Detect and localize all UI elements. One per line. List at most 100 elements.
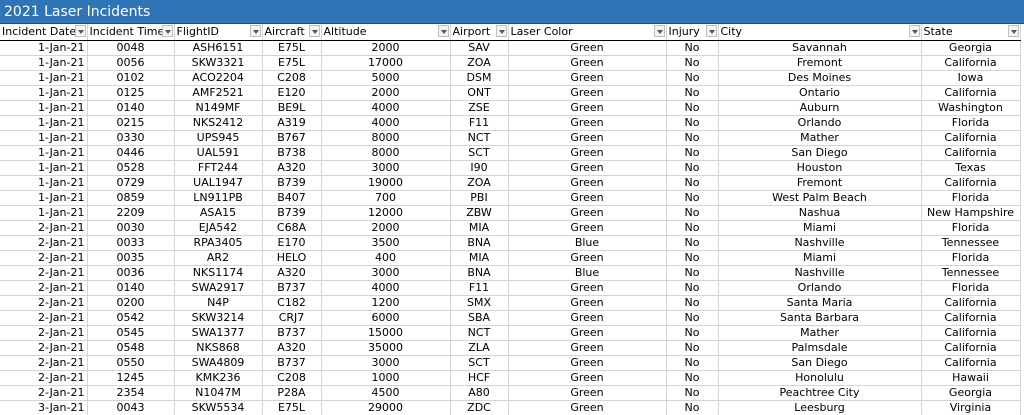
cell-state[interactable]: Iowa [921,70,1021,86]
cell-incident-time[interactable]: 0030 [87,220,175,236]
cell-airport[interactable]: ZOA [450,175,509,191]
cell-incident-date[interactable]: 3-Jan-21 [0,400,88,415]
cell-city[interactable]: Peachtree City [718,385,922,401]
cell-laser-color[interactable]: Green [508,85,667,101]
cell-state[interactable]: Florida [921,280,1021,296]
cell-airport[interactable]: MIA [450,220,509,236]
filter-dropdown-icon[interactable] [495,25,507,37]
cell-aircraft[interactable]: A320 [262,340,322,356]
cell-airport[interactable]: ZDC [450,400,509,415]
cell-altitude[interactable]: 2000 [321,220,451,236]
cell-flight-id[interactable]: EJA542 [174,220,263,236]
cell-incident-date[interactable]: 1-Jan-21 [0,145,88,161]
cell-incident-time[interactable]: 0048 [87,40,175,56]
cell-altitude[interactable]: 4000 [321,280,451,296]
cell-incident-time[interactable]: 2354 [87,385,175,401]
cell-city[interactable]: Houston [718,160,922,176]
cell-injury[interactable]: No [666,160,719,176]
cell-laser-color[interactable]: Green [508,250,667,266]
cell-city[interactable]: Miami [718,250,922,266]
cell-altitude[interactable]: 8000 [321,145,451,161]
cell-laser-color[interactable]: Green [508,355,667,371]
cell-laser-color[interactable]: Green [508,190,667,206]
cell-aircraft[interactable]: E75L [262,55,322,71]
cell-state[interactable]: Florida [921,250,1021,266]
cell-state[interactable]: California [921,55,1021,71]
cell-airport[interactable]: I90 [450,160,509,176]
cell-altitude[interactable]: 15000 [321,325,451,341]
cell-laser-color[interactable]: Green [508,100,667,116]
cell-flight-id[interactable]: FFT244 [174,160,263,176]
cell-laser-color[interactable]: Green [508,40,667,56]
filter-dropdown-icon[interactable] [249,25,261,37]
cell-city[interactable]: Fremont [718,55,922,71]
cell-airport[interactable]: PBI [450,190,509,206]
cell-laser-color[interactable]: Green [508,400,667,415]
cell-incident-time[interactable]: 0033 [87,235,175,251]
cell-incident-time[interactable]: 2209 [87,205,175,221]
cell-flight-id[interactable]: ACO2204 [174,70,263,86]
cell-incident-date[interactable]: 2-Jan-21 [0,295,88,311]
cell-altitude[interactable]: 3500 [321,235,451,251]
cell-aircraft[interactable]: E170 [262,235,322,251]
cell-flight-id[interactable]: UAL1947 [174,175,263,191]
cell-airport[interactable]: NCT [450,130,509,146]
cell-altitude[interactable]: 700 [321,190,451,206]
cell-state[interactable]: New Hampshire [921,205,1021,221]
cell-airport[interactable]: SAV [450,40,509,56]
cell-laser-color[interactable]: Blue [508,235,667,251]
column-header-incident-date[interactable]: Incident Date [0,24,88,41]
cell-city[interactable]: Leesburg [718,400,922,415]
cell-injury[interactable]: No [666,280,719,296]
cell-airport[interactable]: F11 [450,115,509,131]
cell-aircraft[interactable]: BE9L [262,100,322,116]
cell-incident-date[interactable]: 2-Jan-21 [0,310,88,326]
cell-injury[interactable]: No [666,85,719,101]
cell-aircraft[interactable]: E75L [262,400,322,415]
cell-airport[interactable]: ONT [450,85,509,101]
cell-altitude[interactable]: 19000 [321,175,451,191]
cell-airport[interactable]: A80 [450,385,509,401]
cell-incident-date[interactable]: 2-Jan-21 [0,265,88,281]
cell-injury[interactable]: No [666,265,719,281]
cell-incident-time[interactable]: 0215 [87,115,175,131]
cell-injury[interactable]: No [666,250,719,266]
cell-city[interactable]: Orlando [718,115,922,131]
cell-altitude[interactable]: 17000 [321,55,451,71]
cell-incident-time[interactable]: 0729 [87,175,175,191]
cell-flight-id[interactable]: UAL591 [174,145,263,161]
cell-city[interactable]: Des Moines [718,70,922,86]
cell-city[interactable]: San Diego [718,355,922,371]
cell-city[interactable]: Nashville [718,235,922,251]
column-header-flight-id[interactable]: FlightID [174,24,263,41]
cell-altitude[interactable]: 2000 [321,40,451,56]
cell-injury[interactable]: No [666,70,719,86]
filter-dropdown-icon[interactable] [1007,25,1019,37]
column-header-altitude[interactable]: Altitude [321,24,451,41]
cell-flight-id[interactable]: AR2 [174,250,263,266]
cell-injury[interactable]: No [666,145,719,161]
cell-incident-time[interactable]: 0140 [87,100,175,116]
cell-city[interactable]: Mather [718,325,922,341]
cell-flight-id[interactable]: N4P [174,295,263,311]
cell-incident-time[interactable]: 0043 [87,400,175,415]
cell-city[interactable]: Palmsdale [718,340,922,356]
cell-flight-id[interactable]: SKW3321 [174,55,263,71]
cell-altitude[interactable]: 3000 [321,160,451,176]
cell-state[interactable]: Florida [921,220,1021,236]
cell-airport[interactable]: HCF [450,370,509,386]
filter-dropdown-icon[interactable] [74,25,86,37]
cell-incident-time[interactable]: 0036 [87,265,175,281]
cell-aircraft[interactable]: P28A [262,385,322,401]
cell-state[interactable]: Tennessee [921,235,1021,251]
cell-laser-color[interactable]: Green [508,205,667,221]
cell-aircraft[interactable]: B737 [262,355,322,371]
cell-laser-color[interactable]: Green [508,130,667,146]
cell-flight-id[interactable]: SWA2917 [174,280,263,296]
column-header-incident-time[interactable]: Incident Time [87,24,175,41]
cell-flight-id[interactable]: N1047M [174,385,263,401]
cell-airport[interactable]: ZLA [450,340,509,356]
column-header-aircraft[interactable]: Aircraft [262,24,322,41]
cell-injury[interactable]: No [666,310,719,326]
cell-state[interactable]: Georgia [921,385,1021,401]
